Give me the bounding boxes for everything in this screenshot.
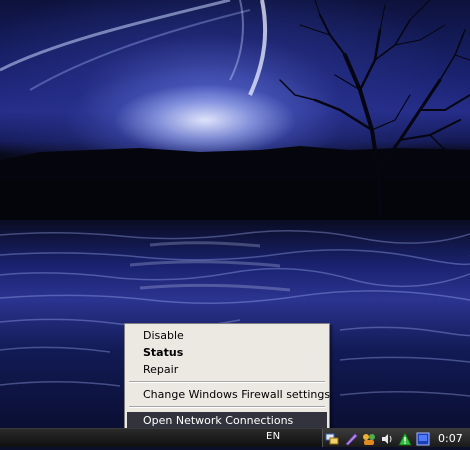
- language-indicator[interactable]: EN: [266, 431, 280, 442]
- network-connection-icon[interactable]: [325, 431, 339, 445]
- menu-item-status[interactable]: Status: [127, 344, 327, 361]
- taskbar: EN 0:07: [0, 428, 470, 447]
- menu-item-repair[interactable]: Repair: [127, 361, 327, 378]
- network-context-menu: Disable Status Repair Change Windows Fir…: [124, 323, 330, 430]
- menu-item-firewall-settings[interactable]: Change Windows Firewall settings: [127, 386, 330, 403]
- clock[interactable]: 0:07: [438, 432, 463, 445]
- users-icon[interactable]: [362, 431, 376, 445]
- pen-icon[interactable]: [344, 431, 358, 446]
- volume-icon[interactable]: [380, 431, 394, 445]
- alert-triangle-icon[interactable]: [398, 431, 412, 446]
- menu-separator: [129, 381, 325, 383]
- menu-separator: [129, 406, 325, 408]
- monitor-icon[interactable]: [416, 431, 430, 446]
- menu-item-open-network-connections[interactable]: Open Network Connections: [127, 412, 327, 429]
- menu-item-disable[interactable]: Disable: [127, 327, 327, 344]
